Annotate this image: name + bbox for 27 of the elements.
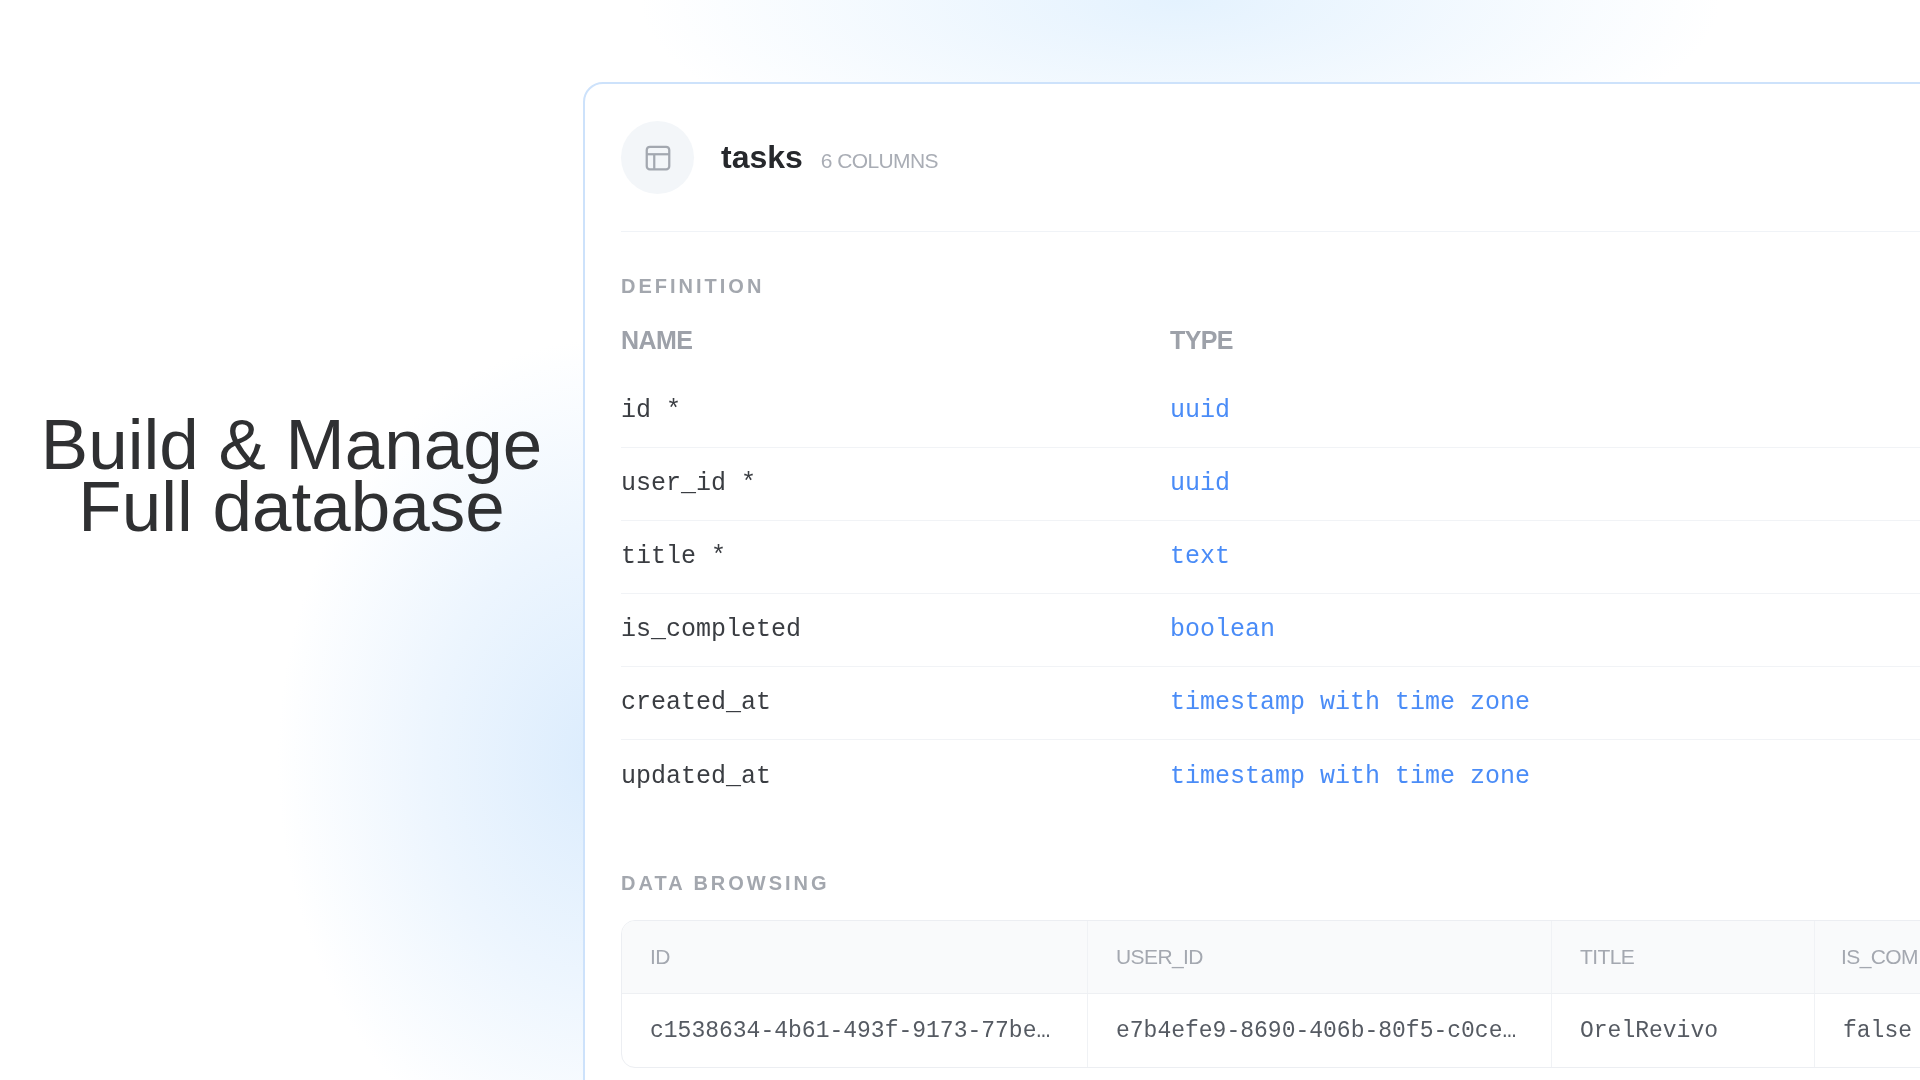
- field-type: text: [1170, 542, 1230, 572]
- column-header: NAME: [621, 325, 693, 355]
- field-name: is_completed: [621, 615, 802, 645]
- field-name: user_id *: [621, 469, 757, 499]
- column-count: 6 COLUMNS: [820, 147, 938, 173]
- field-type: boolean: [1170, 615, 1276, 645]
- table-cell: false: [1814, 994, 1920, 1067]
- field-type: timestamp with time zone: [1170, 688, 1531, 718]
- headline: Build & Manage Full database: [40, 414, 543, 548]
- field-type: uuid: [1170, 469, 1230, 499]
- section-label: DATA BROWSING: [621, 871, 830, 895]
- table-cell: e7b4efe9-8690-406b-80f5-c0ce…: [1087, 994, 1551, 1067]
- table-cell: OrelRevivo: [1551, 994, 1814, 1067]
- table-cell-text: c1538634-4b61-493f-9173-77be…: [649, 1016, 1052, 1046]
- field-type: uuid: [1170, 396, 1230, 426]
- field-type: timestamp with time zone: [1170, 761, 1531, 792]
- column-header: TYPE: [1170, 325, 1233, 355]
- column-header: USER_ID: [1087, 921, 1551, 993]
- column-header: ID: [649, 944, 671, 970]
- column-header: TITLE: [1551, 921, 1814, 993]
- section-label: DEFINITION: [621, 274, 765, 298]
- field-name: created_at: [621, 688, 772, 718]
- field-name: id *: [621, 396, 681, 426]
- field-name: title *: [621, 542, 727, 572]
- column-header: IS_COM: [1814, 921, 1920, 993]
- field-name: updated_at: [621, 761, 772, 792]
- table-name: tasks: [721, 139, 803, 176]
